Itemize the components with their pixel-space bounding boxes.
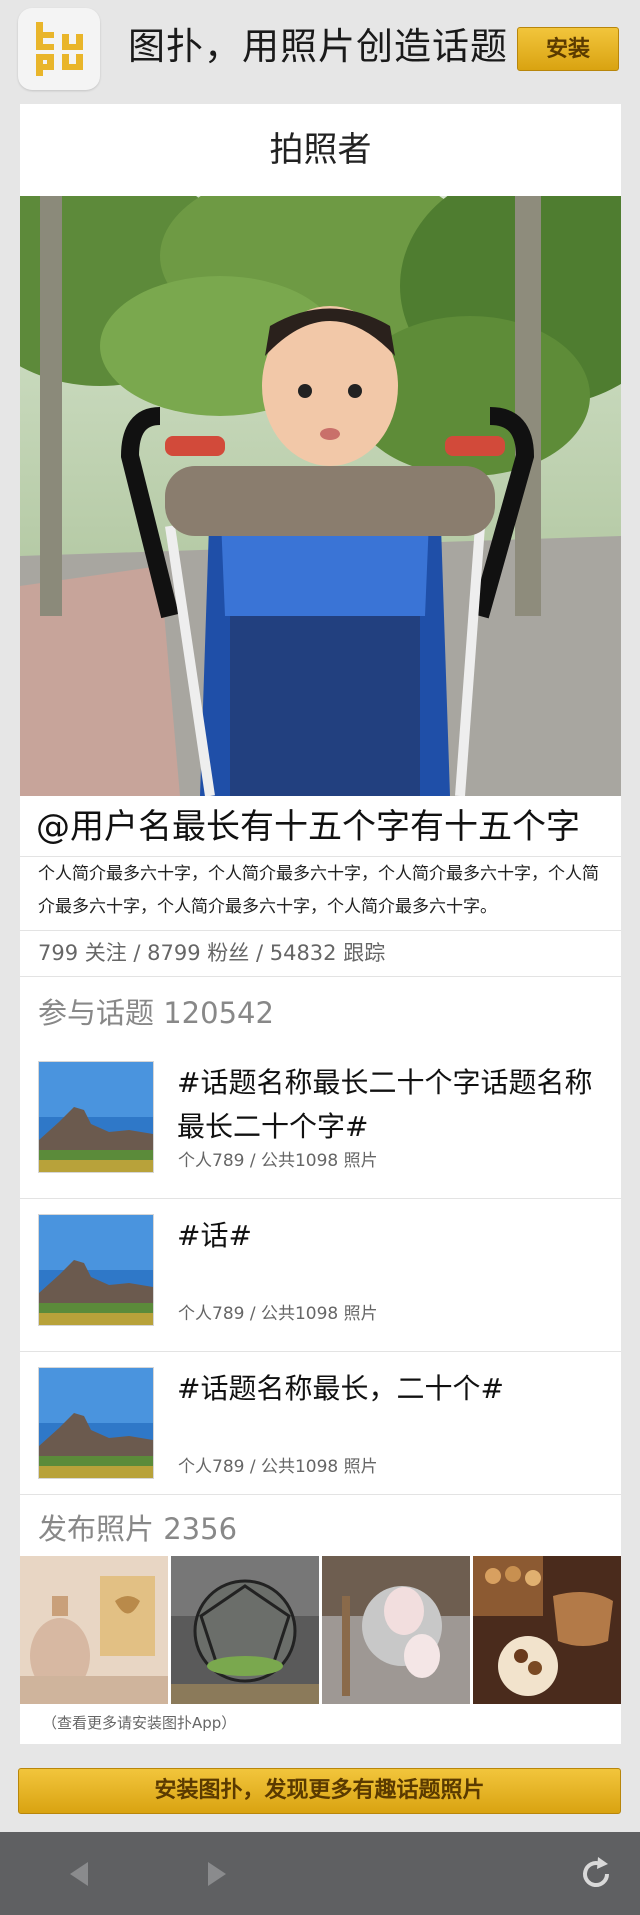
install-cta-button[interactable]: 安装图扑，发现更多有趣话题照片 xyxy=(18,1768,621,1814)
more-photos-hint: （查看更多请安装图扑App） xyxy=(42,1714,237,1732)
refresh-icon[interactable] xyxy=(576,1854,616,1894)
photo-thumbnail[interactable] xyxy=(20,1556,168,1704)
user-stats: 799 关注 / 8799 粉丝 / 54832 跟踪 xyxy=(38,941,386,965)
tupu-logo-icon xyxy=(18,8,100,90)
topic-item[interactable]: #话题名称最长二十个字话题名称最长二十个字# 个人789 / 公共1098 照片 xyxy=(20,1047,621,1198)
page-title: 拍照者 xyxy=(269,130,372,170)
divider xyxy=(20,1494,621,1495)
user-bio: 个人简介最多六十字，个人简介最多六十字，个人简介最多六十字，个人简介最多六十字，… xyxy=(38,864,599,917)
photos-section-title: 发布照片 2356 xyxy=(38,1512,238,1546)
photo-thumbnail[interactable] xyxy=(473,1556,621,1704)
topic-name: #话题名称最长二十个字话题名称最长二十个字# xyxy=(177,1066,593,1143)
topic-meta: 个人789 / 公共1098 照片 xyxy=(178,1457,378,1477)
profile-card: 拍照者 @用户名最长有十五个字有十五个字 个人简介最多六十字，个人简介最多六十字… xyxy=(20,104,621,1744)
divider xyxy=(20,930,621,931)
app-install-banner: 图扑，用照片创造话题 安装 xyxy=(0,0,640,100)
topic-item[interactable]: #话# 个人789 / 公共1098 照片 xyxy=(20,1200,621,1351)
browser-toolbar xyxy=(0,1832,640,1915)
divider xyxy=(20,1351,621,1352)
topic-name: #话题名称最长，二十个# xyxy=(177,1372,504,1405)
forward-arrow-icon[interactable] xyxy=(196,1854,236,1894)
topic-thumbnail xyxy=(38,1061,154,1173)
install-button[interactable]: 安装 xyxy=(517,27,619,71)
banner-title: 图扑，用照片创造话题 xyxy=(128,25,508,68)
topic-thumbnail xyxy=(38,1214,154,1326)
photo-thumbnail[interactable] xyxy=(322,1556,470,1704)
topic-thumbnail xyxy=(38,1367,154,1479)
back-arrow-icon[interactable] xyxy=(60,1854,100,1894)
photo-grid xyxy=(20,1556,621,1704)
topic-meta: 个人789 / 公共1098 照片 xyxy=(178,1151,378,1171)
topic-meta: 个人789 / 公共1098 照片 xyxy=(178,1304,378,1324)
topics-section-title: 参与话题 120542 xyxy=(38,996,274,1030)
topic-name: #话# xyxy=(177,1219,252,1252)
divider xyxy=(20,976,621,977)
topic-item[interactable]: #话题名称最长，二十个# 个人789 / 公共1098 照片 xyxy=(20,1353,621,1504)
username: @用户名最长有十五个字有十五个字 xyxy=(36,807,580,847)
photo-thumbnail[interactable] xyxy=(171,1556,319,1704)
divider xyxy=(20,856,621,857)
divider xyxy=(20,1198,621,1199)
profile-cover-photo xyxy=(20,196,621,796)
